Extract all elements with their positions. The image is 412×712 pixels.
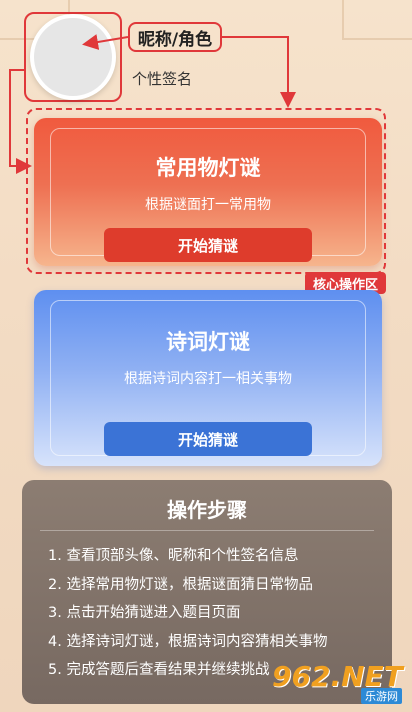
nickname-label: 昵称/角色 [128,22,222,52]
signature-label: 个性签名 [132,70,193,88]
corner-decoration-right [342,0,412,40]
step-item: 4. 选择诗词灯谜，根据诗词内容猜相关事物 [48,633,328,650]
card-title: 诗词灯谜 [166,330,250,354]
watermark-subtext: 乐游网 [361,688,402,704]
steps-title: 操作步骤 [167,498,247,522]
riddle-card-poetry: 诗词灯谜 根据诗词内容打一相关事物 开始猜谜 [34,290,382,466]
card-subtitle: 根据诗词内容打一相关事物 [124,371,292,387]
step-item: 1. 查看顶部头像、昵称和个性签名信息 [48,548,299,564]
arrow-nickname-to-core [222,36,296,108]
start-poetry-riddle-button[interactable]: 开始猜谜 [104,422,312,456]
step-item: 3. 点击开始猜谜进入题目页面 [48,605,241,621]
avatar[interactable] [30,14,116,100]
steps-divider [40,530,374,531]
core-zone-outline [26,108,386,274]
watermark-logo: 962.NET 乐游网 [272,660,406,704]
step-item: 2. 选择常用物灯谜，根据谜面猜日常物品 [48,576,313,593]
